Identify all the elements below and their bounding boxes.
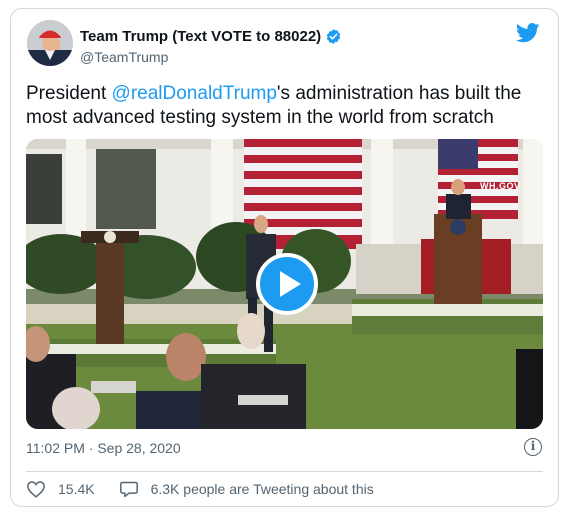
- conversation-label: 6.3K people are Tweeting about this: [150, 481, 374, 497]
- author-handle[interactable]: @TeamTrump: [80, 49, 168, 65]
- avatar[interactable]: [27, 20, 73, 66]
- mention-link[interactable]: @realDonaldTrump: [112, 83, 277, 104]
- twitter-bird-icon[interactable]: [516, 23, 540, 43]
- conversation-button[interactable]: 6.3K people are Tweeting about this: [119, 480, 374, 498]
- like-button[interactable]: 15.4K: [26, 480, 95, 498]
- heart-icon: [27, 481, 45, 498]
- tweet-text-prefix: President: [26, 83, 112, 104]
- play-button[interactable]: [256, 253, 318, 315]
- like-count: 15.4K: [58, 481, 95, 497]
- play-icon: [279, 271, 301, 297]
- verified-badge-icon: [327, 29, 341, 44]
- video-watermark: WH.GOV: [480, 181, 521, 191]
- info-icon[interactable]: i: [524, 438, 542, 456]
- tweet-timestamp[interactable]: 11:02 PM · Sep 28, 2020: [26, 440, 181, 456]
- speech-bubble-icon: [119, 481, 138, 498]
- tweet-card: Team Trump (Text VOTE to 88022) @TeamTru…: [10, 8, 559, 507]
- tweet-actions: 15.4K 6.3K people are Tweeting about thi…: [26, 480, 374, 498]
- video-player[interactable]: WH.GOV: [26, 139, 543, 429]
- author-name-row[interactable]: Team Trump (Text VOTE to 88022): [80, 28, 342, 45]
- tweet-text: President @realDonaldTrump's administrat…: [26, 82, 546, 130]
- divider: [26, 471, 543, 472]
- author-name[interactable]: Team Trump (Text VOTE to 88022): [80, 28, 321, 45]
